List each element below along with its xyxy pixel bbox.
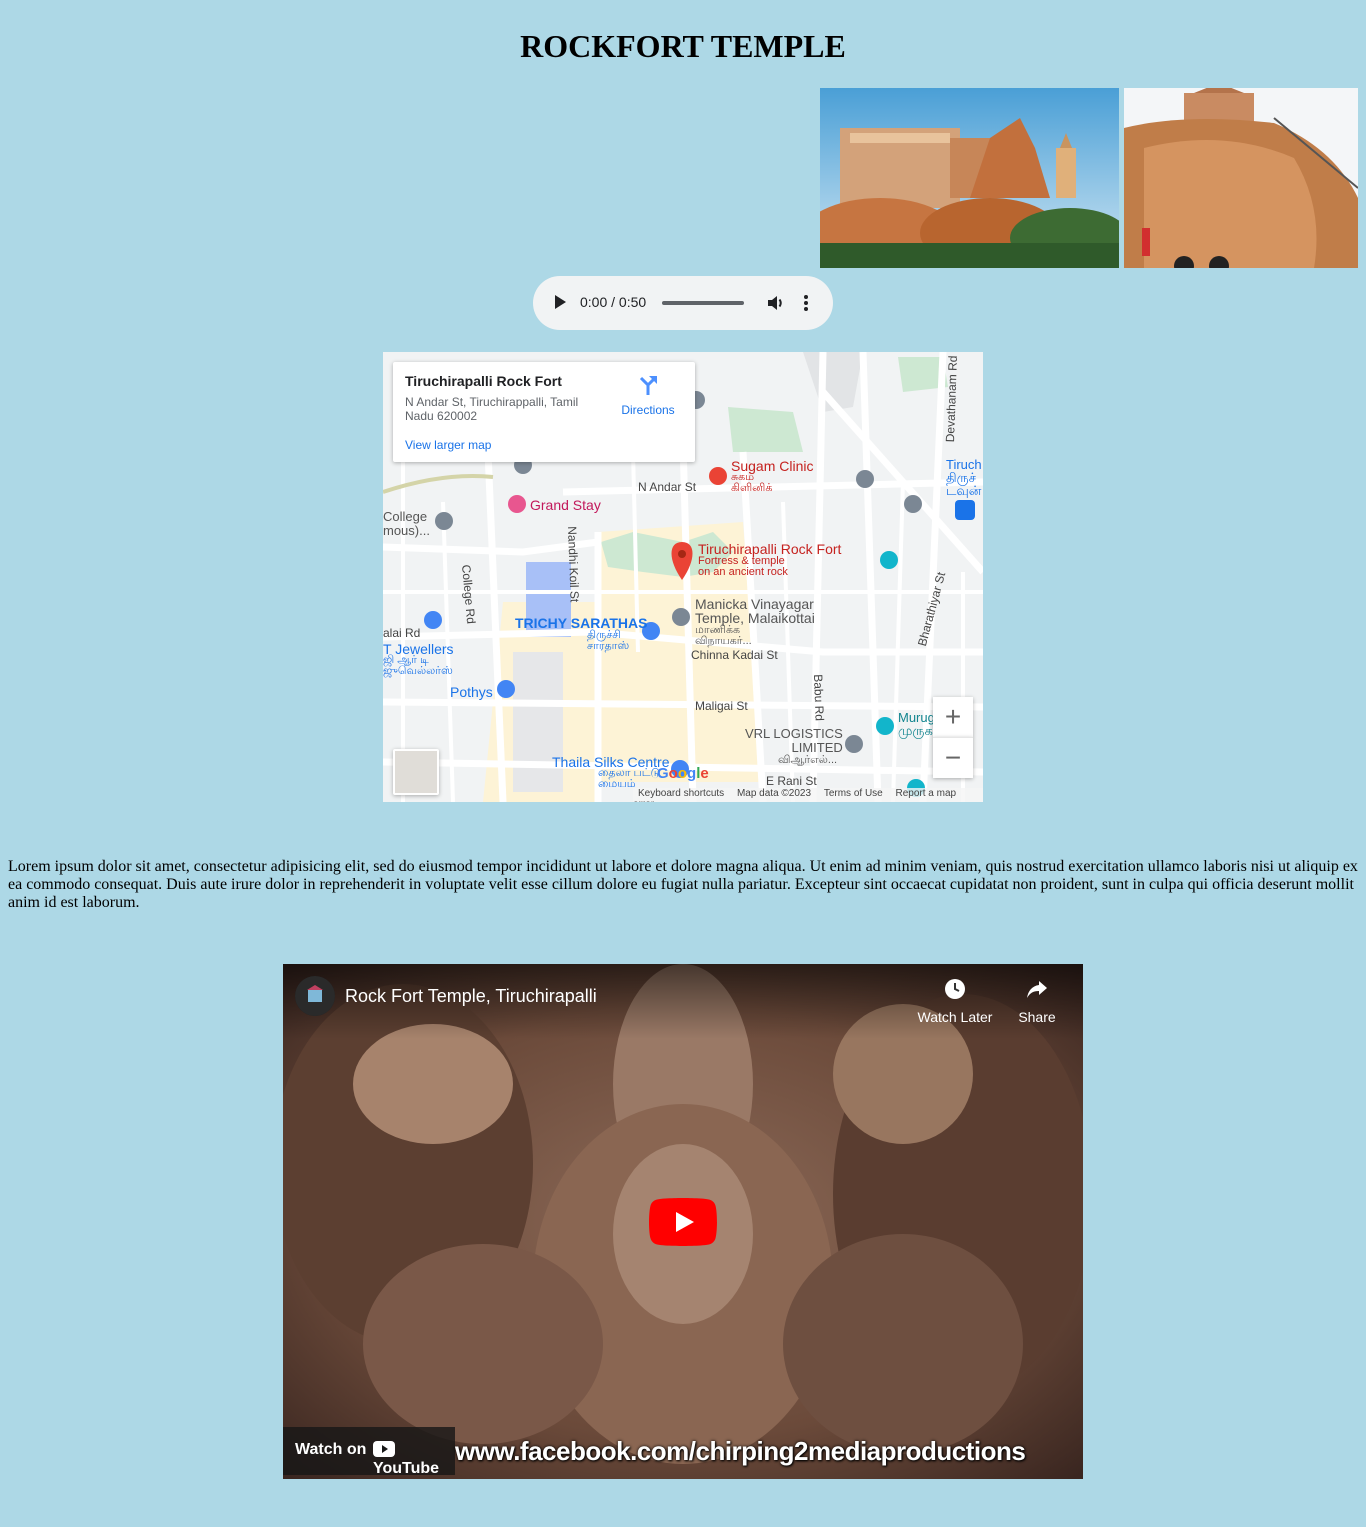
map-data-text: Map data ©2023 xyxy=(736,788,812,799)
youtube-logo-icon xyxy=(373,1441,395,1457)
map-label-pothys[interactable]: Pothys xyxy=(450,684,493,700)
page-title: ROCKFORT TEMPLE xyxy=(520,28,846,64)
map-label-trichy-sarathas[interactable]: TRICHY SARATHAS xyxy=(515,615,648,631)
map-label-tiruch[interactable]: Tiruch திருச் டவுன் xyxy=(946,458,982,497)
youtube-video-embed[interactable]: Rock Fort Temple, Tiruchirapalli Watch L… xyxy=(283,964,1083,1479)
channel-avatar[interactable] xyxy=(295,976,335,1016)
map-label-babu-rd: Babu Rd xyxy=(811,674,827,722)
terms-of-use-link[interactable]: Terms of Use xyxy=(824,788,883,799)
map-label-e-rani-st: E Rani St xyxy=(766,774,817,788)
map-label-vrl-logistics[interactable]: VRL LOGISTICS LIMITED xyxy=(745,727,843,755)
map-label-rock-fort-desc: Fortress & temple on an ancient rock xyxy=(698,555,788,578)
rockfort-photo-2 xyxy=(1124,88,1358,268)
map-footer: Keyboard shortcuts Map data ©2023 Terms … xyxy=(633,788,983,802)
place-name: Tiruchirapalli Rock Fort xyxy=(405,373,562,389)
directions-label: Directions xyxy=(621,403,675,417)
view-larger-map-link[interactable]: View larger map xyxy=(405,438,491,452)
clock-icon xyxy=(945,979,965,999)
video-title[interactable]: Rock Fort Temple, Tiruchirapalli xyxy=(345,986,597,1007)
rockfort-photo-1 xyxy=(820,88,1119,268)
directions-icon xyxy=(639,376,657,395)
share-icon xyxy=(1027,981,1047,998)
watch-on-youtube-button[interactable]: Watch on YouTube xyxy=(283,1427,455,1478)
map-label-salai-rd: alai Rd xyxy=(383,626,421,640)
map-label-grand-stay[interactable]: Grand Stay xyxy=(530,497,601,513)
directions-button[interactable]: Directions xyxy=(617,374,679,417)
map-label-manicka-vinayagar[interactable]: Manicka Vinayagar Temple, Malaikottai xyxy=(695,597,815,625)
map-label-n-andar-st: N Andar St xyxy=(638,480,697,494)
youtube-logo: YouTube xyxy=(373,1441,455,1478)
keyboard-shortcuts-link[interactable]: Keyboard shortcuts xyxy=(638,788,724,799)
map-label-chinna-kadai-st: Chinna Kadai St xyxy=(691,648,778,662)
map-label-college[interactable]: College mous)... xyxy=(383,510,430,538)
share-label: Share xyxy=(1018,1009,1056,1025)
map-label-vrl-ta: விஆர்எல்... xyxy=(778,754,838,766)
map-label-sugam-clinic-ta: சுகம் கிளினிக் xyxy=(731,471,773,494)
google-logo: Google xyxy=(657,765,709,782)
map-label-nandhi-koil-st: Nandhi Koil St xyxy=(565,526,582,603)
audio-progress-slider[interactable] xyxy=(662,301,744,305)
play-icon[interactable] xyxy=(555,295,566,309)
share-button[interactable]: Share xyxy=(997,978,1077,1025)
map-label-trichy-sarathas-ta: திருச்சி சாரதாஸ் xyxy=(587,629,630,652)
watch-on-label: Watch on xyxy=(295,1441,367,1458)
video-overlay-url: www.facebook.com/chirping2mediaproductio… xyxy=(455,1436,1026,1466)
audio-time: 0:00 / 0:50 xyxy=(580,294,647,310)
place-info-card: Tiruchirapalli Rock Fort N Andar St, Tir… xyxy=(393,362,695,462)
lorem-paragraph: Lorem ipsum dolor sit amet, consectetur … xyxy=(8,858,1358,911)
play-button-icon[interactable] xyxy=(649,1198,717,1246)
map-layer-toggle[interactable] xyxy=(393,749,439,795)
zoom-in-button[interactable]: + xyxy=(933,697,973,737)
map-label-murug[interactable]: Murug முருக xyxy=(898,711,935,737)
audio-player[interactable]: 0:00 / 0:50 xyxy=(533,276,833,330)
map-label-thaila-ta: தைலா பட்டு மையம் xyxy=(598,767,661,790)
watch-later-button[interactable]: Watch Later xyxy=(915,978,995,1025)
map-label-manicka-ta: மாணிக்க விநாயகர்... xyxy=(695,624,752,647)
volume-icon[interactable] xyxy=(766,293,786,313)
map-label-maligai-st: Maligai St xyxy=(695,699,748,713)
zoom-out-button[interactable]: − xyxy=(933,737,973,778)
place-address: N Andar St, Tiruchirappalli, Tamil Nadu … xyxy=(405,395,579,423)
more-options-icon[interactable] xyxy=(801,293,811,313)
google-map[interactable]: Sugam Clinic சுகம் கிளினிக் N Andar St G… xyxy=(383,352,983,802)
watch-later-label: Watch Later xyxy=(917,1009,993,1025)
youtube-wordmark: YouTube xyxy=(373,1460,440,1477)
map-label-jewellers-ta: ஜி ஆர் டி ஜுவெல்லர்ஸ் xyxy=(383,654,453,677)
